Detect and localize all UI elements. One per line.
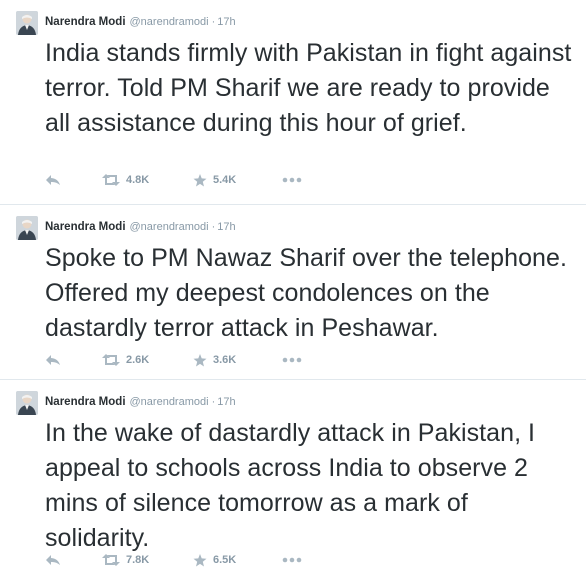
retweet-button[interactable]: 7.8K xyxy=(102,551,149,569)
avatar[interactable] xyxy=(16,216,38,240)
favorite-count: 5.4K xyxy=(213,174,237,186)
star-icon xyxy=(193,173,207,186)
reply-button[interactable] xyxy=(45,351,61,369)
more-icon xyxy=(282,557,302,563)
reply-icon xyxy=(46,175,60,185)
author-handle[interactable]: @narendramodi xyxy=(130,16,209,28)
tweet-actions: 7.8K 6.5K xyxy=(45,551,325,569)
tweet-actions: 4.8K 5.4K xyxy=(45,171,325,189)
retweet-count: 4.8K xyxy=(126,174,150,186)
reply-icon xyxy=(46,555,60,565)
retweet-icon xyxy=(102,174,120,186)
author-name[interactable]: Narendra Modi xyxy=(45,16,126,28)
tweet[interactable]: Narendra Modi @narendramodi · 17h In the wa… xyxy=(0,380,586,585)
star-icon xyxy=(193,553,207,566)
retweet-button[interactable]: 2.6K xyxy=(102,351,149,369)
more-icon xyxy=(282,357,302,363)
tweet-actions: 2.6K 3.6K xyxy=(45,351,325,369)
more-button[interactable] xyxy=(282,351,302,369)
reply-button[interactable] xyxy=(45,171,61,189)
more-icon xyxy=(282,177,302,183)
timestamp[interactable]: 17h xyxy=(217,16,235,28)
favorite-count: 6.5K xyxy=(213,554,237,566)
avatar[interactable] xyxy=(16,391,38,415)
tweet-header: Narendra Modi @narendramodi · 17h xyxy=(45,393,236,411)
tweet-text: In the wake of dastardly attack in Pakis… xyxy=(45,419,536,552)
author-handle[interactable]: @narendramodi xyxy=(130,221,209,233)
more-button[interactable] xyxy=(282,171,302,189)
tweet-text: India stands firmly with Pakistan in fig… xyxy=(45,39,572,137)
separator: · xyxy=(211,396,216,408)
tweet[interactable]: Narendra Modi @narendramodi · 17h India sta… xyxy=(0,0,586,205)
retweet-button[interactable]: 4.8K xyxy=(102,171,149,189)
avatar[interactable] xyxy=(16,11,38,35)
reply-icon xyxy=(46,355,60,365)
star-icon xyxy=(193,353,207,366)
reply-button[interactable] xyxy=(45,551,61,569)
favorite-button[interactable]: 3.6K xyxy=(193,351,236,369)
timestamp[interactable]: 17h xyxy=(217,221,235,233)
retweet-icon xyxy=(102,354,120,366)
separator: · xyxy=(211,221,216,233)
timestamp[interactable]: 17h xyxy=(217,396,235,408)
author-name[interactable]: Narendra Modi xyxy=(45,221,126,233)
tweet[interactable]: Narendra Modi @narendramodi · 17h Spoke to … xyxy=(0,205,586,380)
tweet-header: Narendra Modi @narendramodi · 17h xyxy=(45,218,236,236)
more-button[interactable] xyxy=(282,551,302,569)
favorite-button[interactable]: 6.5K xyxy=(193,551,236,569)
author-handle[interactable]: @narendramodi xyxy=(130,396,209,408)
tweet-text: Spoke to PM Nawaz Sharif over the teleph… xyxy=(45,244,567,342)
separator: · xyxy=(211,16,216,28)
retweet-count: 7.8K xyxy=(126,554,150,566)
favorite-count: 3.6K xyxy=(213,354,237,366)
author-name[interactable]: Narendra Modi xyxy=(45,396,126,408)
tweet-header: Narendra Modi @narendramodi · 17h xyxy=(45,13,236,31)
retweet-count: 2.6K xyxy=(126,354,150,366)
retweet-icon xyxy=(102,554,120,566)
favorite-button[interactable]: 5.4K xyxy=(193,171,236,189)
